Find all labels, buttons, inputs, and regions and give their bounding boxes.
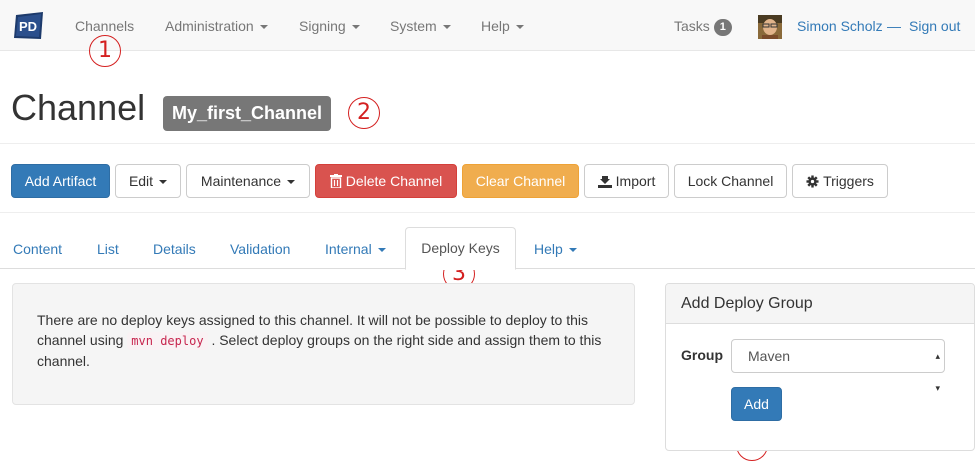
group-label: Group	[681, 347, 723, 363]
tab-help-label: Help	[534, 241, 563, 257]
svg-text:PD: PD	[19, 19, 37, 34]
nav-signing[interactable]: Signing	[299, 18, 360, 34]
select-arrows-icon: ▴ ▾	[935, 351, 940, 393]
edit-label: Edit	[128, 173, 154, 189]
chevron-down-icon	[159, 180, 168, 185]
chevron-down-icon	[259, 25, 268, 30]
callout-2: 2	[348, 97, 380, 129]
mvn-deploy-code: mvn deploy	[127, 332, 208, 350]
channel-name-label: My_first_Channel	[163, 96, 332, 131]
chevron-down-icon	[351, 25, 360, 30]
group-select-value: Maven	[748, 348, 791, 364]
chevron-down-icon	[442, 25, 451, 30]
user-avatar[interactable]	[758, 15, 782, 39]
tab-validation[interactable]: Validation	[230, 241, 290, 257]
nav-tasks[interactable]: Tasks 1	[674, 18, 732, 36]
user-separator: —	[887, 18, 901, 34]
user-name-link[interactable]: Simon Scholz	[797, 18, 883, 34]
tab-content[interactable]: Content	[13, 241, 62, 257]
chevron-down-icon	[287, 180, 296, 185]
clear-channel-button[interactable]: Clear Channel	[462, 164, 579, 198]
nav-tasks-label: Tasks	[674, 18, 710, 34]
nav-system-label: System	[390, 18, 437, 34]
header-divider	[0, 143, 975, 144]
add-deploy-group-panel: Add Deploy Group Group Maven ▴ ▾ Add	[665, 283, 975, 451]
top-navbar: PD Channels Administration Signing Syste…	[0, 0, 975, 51]
no-deploy-keys-message: There are no deploy keys assigned to thi…	[12, 283, 635, 405]
group-select[interactable]: Maven ▴ ▾	[731, 339, 945, 393]
nav-system[interactable]: System	[390, 18, 451, 34]
tab-help[interactable]: Help	[534, 241, 577, 257]
pd-logo[interactable]: PD	[13, 11, 45, 41]
tab-list[interactable]: List	[97, 241, 119, 257]
chevron-down-icon	[568, 248, 577, 253]
gear-icon	[806, 175, 819, 188]
add-group-button[interactable]: Add	[731, 387, 782, 421]
edit-dropdown-button[interactable]: Edit	[115, 164, 181, 198]
callout-1: 1	[89, 35, 121, 67]
maintenance-dropdown-button[interactable]: Maintenance	[186, 164, 310, 198]
nav-signing-label: Signing	[299, 18, 346, 34]
nav-help-label: Help	[481, 18, 510, 34]
maintenance-label: Maintenance	[200, 173, 282, 189]
page-title: Channel	[11, 87, 146, 128]
tasks-count-badge: 1	[713, 19, 732, 36]
nav-help[interactable]: Help	[481, 18, 524, 34]
toolbar-divider	[0, 212, 975, 213]
delete-channel-button[interactable]: Delete Channel	[315, 164, 457, 198]
nav-administration[interactable]: Administration	[165, 18, 268, 34]
add-artifact-button[interactable]: Add Artifact	[11, 164, 110, 198]
delete-channel-label: Delete Channel	[345, 173, 443, 189]
lock-channel-button[interactable]: Lock Channel	[674, 164, 787, 198]
import-label: Import	[615, 173, 656, 189]
import-icon	[597, 176, 612, 188]
sign-out-link[interactable]: Sign out	[909, 18, 960, 34]
triggers-label: Triggers	[823, 173, 874, 189]
tab-internal[interactable]: Internal	[325, 241, 386, 257]
nav-administration-label: Administration	[165, 18, 254, 34]
chevron-down-icon	[515, 25, 524, 30]
import-button[interactable]: Import	[584, 164, 669, 198]
panel-title: Add Deploy Group	[666, 284, 974, 324]
tab-internal-label: Internal	[325, 241, 372, 257]
trash-icon	[329, 174, 342, 188]
chevron-down-icon	[377, 248, 386, 253]
message-text: There are no deploy keys assigned to thi…	[37, 310, 617, 371]
triggers-button[interactable]: Triggers	[792, 164, 888, 198]
nav-channels[interactable]: Channels	[75, 18, 134, 34]
tab-deploy-keys[interactable]: Deploy Keys	[405, 227, 516, 270]
tab-details[interactable]: Details	[153, 241, 196, 257]
